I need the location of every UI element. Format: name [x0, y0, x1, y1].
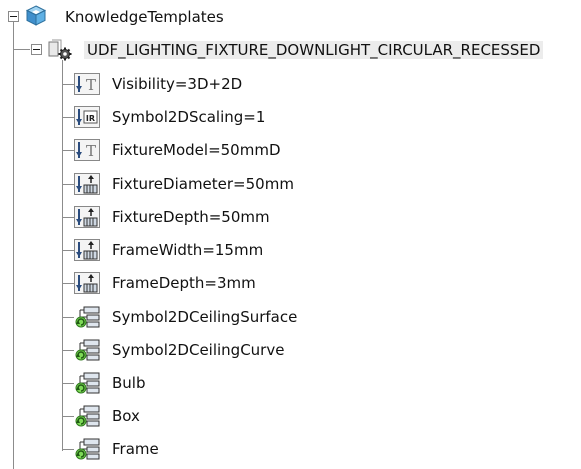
tree-line-child-horizontal — [62, 383, 74, 384]
length-parameter-icon — [74, 239, 100, 261]
text-parameter-icon: T — [74, 139, 100, 161]
geometry-input-icon — [75, 339, 100, 361]
geometry-input-icon — [75, 405, 100, 427]
tree-node-child[interactable]: Symbol2DCeilingCurve — [112, 341, 284, 359]
svg-text:T: T — [86, 76, 96, 94]
tree-line-root-vertical — [13, 22, 14, 469]
tree-node-child[interactable]: Symbol2DScaling=1 — [112, 108, 265, 126]
length-parameter-icon — [74, 206, 100, 228]
collapse-toggle-udf[interactable] — [31, 44, 42, 55]
tree-line-udf-horizontal — [14, 49, 30, 50]
tree-line-child-horizontal — [62, 283, 74, 284]
tree-node-child[interactable]: FixtureModel=50mmD — [112, 141, 281, 159]
geometry-input-icon — [75, 372, 100, 394]
svg-text:T: T — [86, 142, 96, 160]
knowledge-templates-icon — [25, 5, 47, 26]
tree-line-child-horizontal — [62, 117, 74, 118]
tree-line-child-horizontal — [62, 150, 74, 151]
geometry-input-icon — [75, 306, 100, 328]
tree-line-child-horizontal — [62, 217, 74, 218]
udf-gear-icon — [48, 39, 72, 61]
tree-line-child-horizontal — [62, 350, 74, 351]
tree-line-child-horizontal — [62, 250, 74, 251]
text-parameter-icon: T — [74, 73, 100, 95]
collapse-toggle-root[interactable] — [8, 11, 19, 22]
length-parameter-icon — [74, 272, 100, 294]
tree-node-child[interactable]: Box — [112, 407, 140, 425]
tree-node-knowledge-templates[interactable]: KnowledgeTemplates — [65, 8, 224, 26]
tree-line-child-horizontal — [62, 416, 74, 417]
tree-line-udf-vertical — [62, 60, 63, 451]
tree-node-child[interactable]: FixtureDiameter=50mm — [112, 175, 294, 193]
tree-node-child[interactable]: Visibility=3D+2D — [112, 75, 242, 93]
tree-node-child[interactable]: Frame — [112, 440, 159, 458]
svg-text:IR: IR — [86, 114, 95, 123]
real-parameter-icon: IR — [74, 106, 100, 128]
tree-node-child[interactable]: FixtureDepth=50mm — [112, 208, 270, 226]
tree-node-child[interactable]: Symbol2DCeilingSurface — [112, 308, 297, 326]
tree-node-udf[interactable]: UDF_LIGHTING_FIXTURE_DOWNLIGHT_CIRCULAR_… — [84, 41, 544, 59]
tree-node-child[interactable]: Bulb — [112, 374, 146, 392]
tree-line-child-horizontal — [62, 317, 74, 318]
tree-node-child[interactable]: FrameDepth=3mm — [112, 274, 256, 292]
tree-line-child-horizontal — [62, 449, 74, 450]
tree-line-child-horizontal — [62, 84, 74, 85]
tree-node-child[interactable]: FrameWidth=15mm — [112, 241, 263, 259]
length-parameter-icon — [74, 173, 100, 195]
tree-line-child-horizontal — [62, 184, 74, 185]
geometry-input-icon — [75, 438, 100, 460]
